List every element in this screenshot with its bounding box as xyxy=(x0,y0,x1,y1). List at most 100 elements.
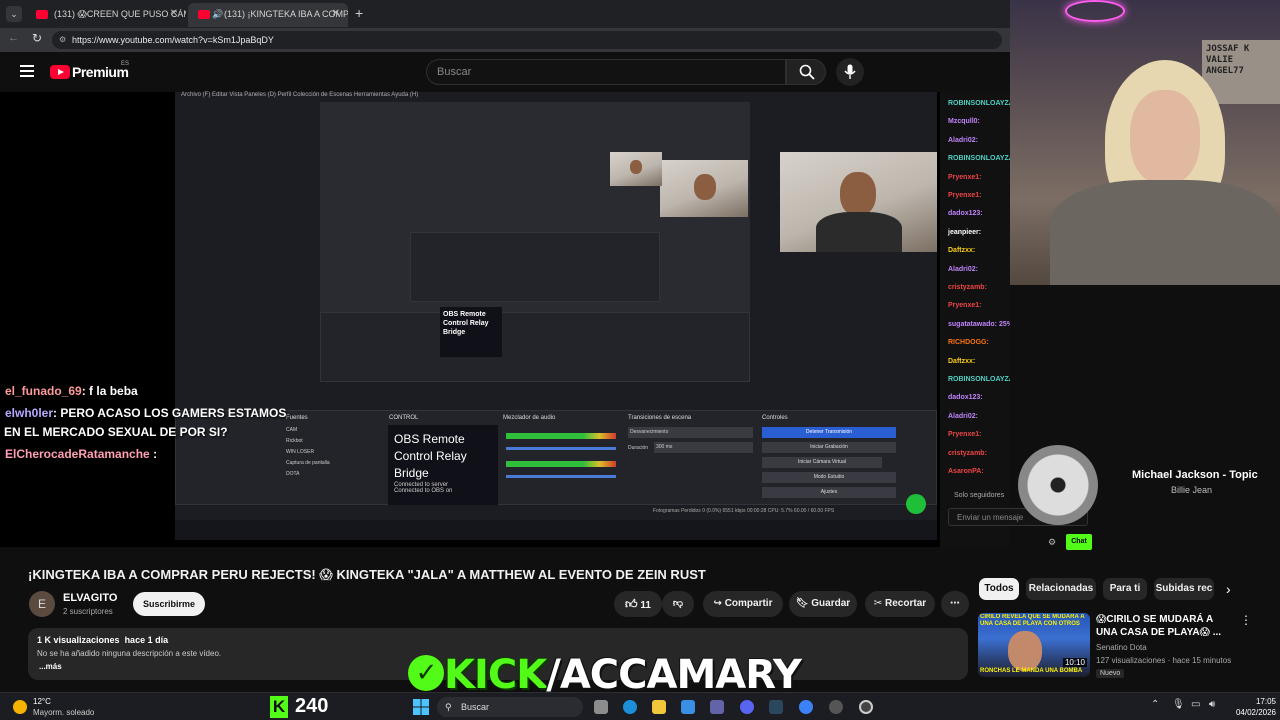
source-item[interactable]: CAM xyxy=(286,427,376,438)
clock-time[interactable]: 17:05 xyxy=(1232,697,1276,706)
source-item[interactable]: Rickbot xyxy=(286,438,376,449)
teams-icon[interactable] xyxy=(710,700,724,714)
tab-list-chevron-icon[interactable]: ⌄ xyxy=(6,6,22,22)
volume-slider[interactable] xyxy=(506,475,616,478)
like-button[interactable]: 👍︎ 11 xyxy=(614,591,662,617)
close-tab-icon[interactable]: ✕ xyxy=(332,3,340,25)
tray-chevron-icon[interactable]: ⌃ xyxy=(1151,699,1159,710)
obs-record-icon xyxy=(906,494,926,514)
subscriber-count: 2 suscriptores xyxy=(63,607,113,616)
view-info: 1 K visualizaciones hace 1 día xyxy=(37,635,168,645)
recommended-title[interactable]: 😱CIRILO SE MUDARÁ A UNA CASA DE PLAYA😱 .… xyxy=(1096,613,1236,640)
subscribe-button[interactable]: Suscribirme xyxy=(133,592,205,616)
more-actions-button[interactable]: ⋯ xyxy=(941,591,969,617)
url-field[interactable]: ⚙ https://www.youtube.com/watch?v=kSm1Jp… xyxy=(52,31,1002,49)
voice-search-button[interactable] xyxy=(836,58,864,86)
volume-icon[interactable]: 🔊︎ xyxy=(1209,699,1215,710)
stop-stream-button[interactable]: Detener Transmisión xyxy=(762,427,896,438)
weather-temp[interactable]: 12°C xyxy=(33,697,51,706)
overlay-chat-line: EN EL MERCADO SEXUAL DE POR SI? xyxy=(4,425,228,439)
search-icon xyxy=(799,64,815,80)
streamer-webcam-preview xyxy=(780,152,937,252)
video-player[interactable]: Archivo (F) Editar Vista Paneles (D) Per… xyxy=(0,92,940,547)
dislike-button[interactable]: 👎︎ xyxy=(662,591,694,617)
menu-icon[interactable] xyxy=(20,65,34,77)
chat-row: Aladri02: xyxy=(948,265,978,273)
recommended-video[interactable]: CIRILO REVELA QUE SE MUDARÁ A UNA CASA D… xyxy=(978,613,1268,693)
chat-row: Aladri02: xyxy=(948,412,978,420)
description-text: No se ha añadido ninguna descripción a e… xyxy=(37,649,222,658)
scissors-icon: ✂ xyxy=(873,598,883,609)
browser-tab-2-active[interactable]: 🔊 (131) ¡KINGTEKA IBA A COMPR ✕ xyxy=(188,3,348,27)
network-icon[interactable]: ▭ xyxy=(1191,699,1200,710)
microphone-tray-icon[interactable]: 🎙︎ xyxy=(1172,699,1185,710)
task-view-icon[interactable] xyxy=(594,700,608,714)
video-thumbnail[interactable]: CIRILO REVELA QUE SE MUDARÁ A UNA CASA D… xyxy=(978,613,1090,677)
start-recording-button[interactable]: Iniciar Grabación xyxy=(762,442,896,453)
windows-taskbar: 12°C Mayorm. soleado K 240 ⚲ Buscar ⌃ 🎙︎… xyxy=(0,692,1280,720)
transitions-header: Transiciones de escena xyxy=(628,415,692,421)
chat-settings-icon[interactable]: ⚙ xyxy=(1048,537,1056,548)
close-tab-icon[interactable]: ✕ xyxy=(170,3,178,25)
chrome-icon[interactable] xyxy=(829,700,843,714)
edge-browser-icon[interactable] xyxy=(623,700,637,714)
studio-mode-button[interactable]: Modo Estudio xyxy=(762,472,896,483)
source-item[interactable]: Captura de pantalla xyxy=(286,460,376,471)
chat-row: Pryenxe1: xyxy=(948,431,982,439)
app-icon[interactable] xyxy=(799,700,813,714)
weather-desc[interactable]: Mayorm. soleado xyxy=(33,708,94,717)
start-button[interactable] xyxy=(413,699,429,715)
chat-row: ROBINSONLOAYZA: xyxy=(948,376,1017,383)
recommended-more-icon[interactable]: ⋮ xyxy=(1240,613,1252,627)
steam-icon[interactable] xyxy=(769,700,783,714)
clip-button[interactable]: ✂ Recortar xyxy=(865,591,935,617)
obs-icon[interactable] xyxy=(859,700,873,714)
show-more-link[interactable]: ...más xyxy=(39,662,62,671)
volume-slider[interactable] xyxy=(506,447,616,450)
webcam-bottom-area xyxy=(1010,285,1280,445)
bridge-line-2: Connected to OBS on xyxy=(394,488,453,494)
reload-icon[interactable]: ↻ xyxy=(32,31,42,45)
thumb-bottom-caption: RONCHAS LE MANDA UNA BOMBA xyxy=(980,668,1083,674)
clock-date[interactable]: 04/02/2026 xyxy=(1228,708,1276,717)
chip-next-chevron-icon[interactable]: › xyxy=(1226,581,1231,597)
settings-button[interactable]: Ajustes xyxy=(762,487,896,498)
audio-meter xyxy=(506,461,616,467)
source-item[interactable]: DOTA xyxy=(286,471,376,482)
back-icon[interactable]: ← xyxy=(8,32,19,44)
chat-send-button[interactable]: Chat xyxy=(1066,534,1092,550)
thumbs-up-icon: 👍︎ xyxy=(625,597,638,611)
chat-row: cristyzamb: xyxy=(948,284,987,291)
microphone-icon xyxy=(844,64,856,79)
speaker-icon[interactable]: 🔊 xyxy=(212,3,223,25)
chip-related[interactable]: Relacionadas xyxy=(1026,578,1096,600)
browser-tab-1[interactable]: (131) 😱CREEN QUE PUSO CÁMA ✕ xyxy=(26,3,186,27)
store-icon[interactable] xyxy=(681,700,695,714)
discord-icon[interactable] xyxy=(740,700,754,714)
save-button[interactable]: 🔖︎ Guardar xyxy=(789,591,857,617)
site-info-icon[interactable]: ⚙ xyxy=(59,31,66,49)
search-input[interactable]: Buscar xyxy=(426,59,786,85)
weather-icon[interactable] xyxy=(13,700,27,714)
chip-recent-uploads[interactable]: Subidas rec xyxy=(1154,578,1214,600)
taskbar-search[interactable]: ⚲ Buscar xyxy=(437,697,583,717)
source-item[interactable]: WIN LOSER xyxy=(286,449,376,460)
new-tab-button[interactable]: + xyxy=(355,5,363,21)
share-button[interactable]: ↪ Compartir xyxy=(703,591,783,617)
file-explorer-icon[interactable] xyxy=(652,700,666,714)
duration-field[interactable]: 300 ms xyxy=(654,442,753,453)
recommended-channel: Senatino Dota xyxy=(1096,643,1147,652)
chat-user: ElCherocadeRatamanche xyxy=(5,447,150,461)
streamer-face xyxy=(840,172,876,216)
chat-row: dadox123: xyxy=(948,210,983,218)
transition-select[interactable]: Desvanecimiento xyxy=(628,427,753,438)
virtual-camera-button[interactable]: Iniciar Cámara Virtual xyxy=(762,457,882,468)
chip-for-you[interactable]: Para ti xyxy=(1103,578,1147,600)
channel-name[interactable]: ELVAGITO xyxy=(63,592,117,604)
chat-row: Aladri02: xyxy=(948,136,978,144)
chip-all[interactable]: Todos xyxy=(979,578,1019,600)
search-button[interactable] xyxy=(786,59,826,85)
channel-avatar[interactable]: E xyxy=(29,591,55,617)
chat-user: elwh0ler xyxy=(5,406,54,420)
kick-channel-banner: ✓ KICK/ACCAMARY xyxy=(408,652,802,698)
